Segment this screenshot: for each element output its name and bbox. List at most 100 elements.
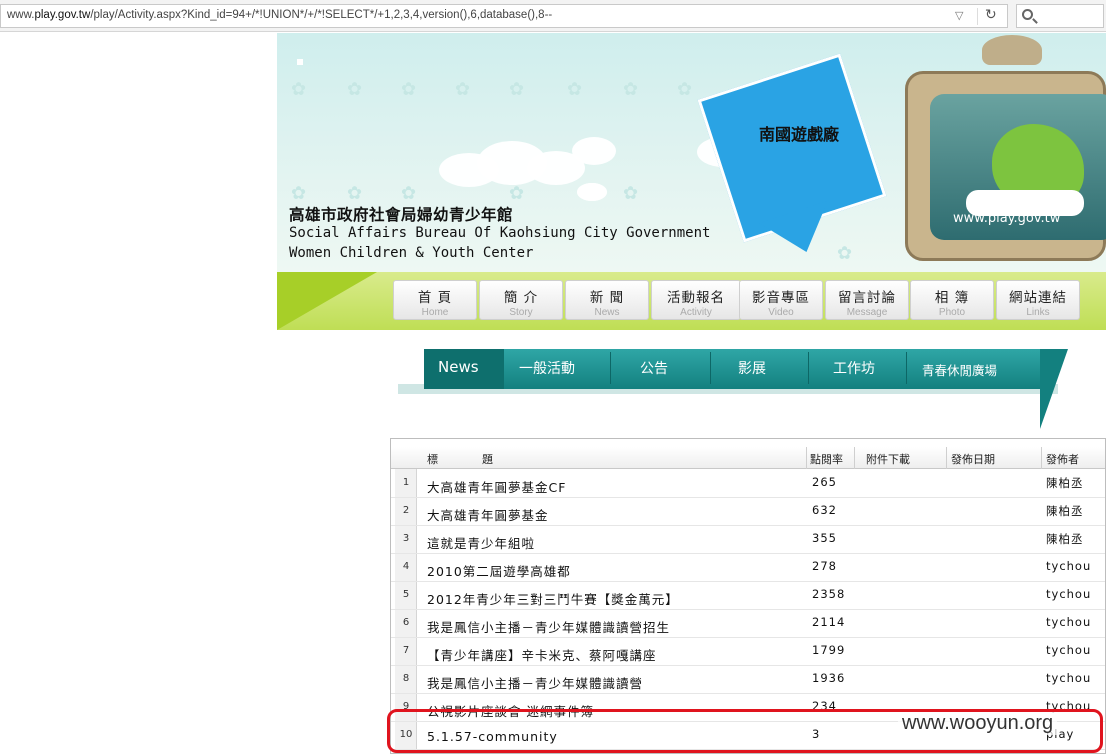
nav-arrow-decoration <box>277 272 377 330</box>
header-divider <box>1041 447 1042 469</box>
nav-story[interactable]: 簡 介 Story <box>479 280 563 320</box>
header-divider <box>946 447 947 469</box>
activity-title-link[interactable]: 2010第二屆遊學高雄都 <box>427 561 571 580</box>
cloud <box>577 183 607 201</box>
nav-sublabel: Activity <box>680 307 712 318</box>
paw-icon: ✿ <box>623 183 639 204</box>
click-count: 1799 <box>812 643 846 657</box>
address-divider <box>977 8 978 25</box>
browser-toolbar: www.play.gov.tw/play/Activity.aspx?Kind_… <box>0 0 1106 32</box>
address-bar[interactable]: www.play.gov.tw/play/Activity.aspx?Kind_… <box>0 4 1008 28</box>
nav-label: 相 簿 <box>934 290 970 306</box>
subnav-workshop[interactable]: 工作坊 <box>833 358 875 378</box>
nav-sublabel: Video <box>768 307 794 318</box>
nav-video[interactable]: 影音專區 Video <box>739 280 823 320</box>
paw-icon: ✿ <box>623 79 639 100</box>
cloud <box>572 137 616 165</box>
table-row[interactable]: 7 【青少年講座】辛卡米克、蔡阿嘎講座 1799 tychou <box>391 638 1105 666</box>
table-row[interactable]: 5 2012年青少年三對三鬥牛賽【獎金萬元】 2358 tychou <box>391 582 1105 610</box>
header-clicks[interactable]: 點閱率 <box>810 451 843 467</box>
nav-sublabel: News <box>594 307 620 318</box>
author: tychou <box>1046 671 1092 685</box>
subnav-youth-plaza[interactable]: 青春休閒廣場 <box>922 360 997 379</box>
paw-icon: ✿ <box>677 79 693 100</box>
click-count: 355 <box>812 531 837 545</box>
subnav-tip <box>1040 349 1068 429</box>
row-number: 4 <box>402 561 410 572</box>
nav-activity[interactable]: 活動報名 Activity <box>651 280 741 320</box>
nav-sublabel: Message <box>846 307 888 318</box>
subnav-divider <box>808 352 809 384</box>
header-date[interactable]: 發佈日期 <box>951 451 995 467</box>
table-row[interactable]: 6 我是鳳信小主播－青少年媒體識讀營招生 2114 tychou <box>391 610 1105 638</box>
author: tychou <box>1046 615 1092 629</box>
search-input[interactable] <box>1016 4 1104 28</box>
activity-title-link[interactable]: 我是鳳信小主播－青少年媒體識讀營 <box>427 673 643 692</box>
tv-antenna <box>982 35 1042 65</box>
row-number: 3 <box>402 533 410 544</box>
paw-icon: ✿ <box>291 79 307 100</box>
row-number: 1 <box>402 477 410 488</box>
click-count: 2114 <box>812 615 846 629</box>
activity-title-link[interactable]: 大高雄青年圓夢基金CF <box>427 477 566 496</box>
table-row[interactable]: 4 2010第二屆遊學高雄都 278 tychou <box>391 554 1105 582</box>
subnav-divider <box>906 352 907 384</box>
sign-text: 南國遊戲廠 <box>759 125 840 144</box>
nav-home[interactable]: 首 頁 Home <box>393 280 477 320</box>
header-title[interactable]: 標 題 <box>427 451 493 467</box>
activity-title-link[interactable]: 我是鳳信小主播－青少年媒體識讀營招生 <box>427 617 670 636</box>
row-number: 2 <box>402 505 410 516</box>
activity-title-link[interactable]: 這就是青少年組啦 <box>427 533 535 552</box>
url-domain: play.gov.tw <box>34 9 91 21</box>
nav-news[interactable]: 新 聞 News <box>565 280 649 320</box>
dropdown-icon[interactable]: ▽ <box>955 9 963 22</box>
nav-label: 新 聞 <box>589 290 625 306</box>
refresh-icon[interactable]: ↻ <box>985 7 997 23</box>
header-author[interactable]: 發佈者 <box>1046 451 1079 467</box>
nav-label: 活動報名 <box>667 290 725 306</box>
table-header: 標 題 點閱率 附件下載 發佈日期 發佈者 <box>391 447 1105 469</box>
row-number: 7 <box>402 645 410 656</box>
watermark: www.wooyun.org <box>898 712 1058 735</box>
subnav-announcement[interactable]: 公告 <box>640 358 668 378</box>
url-path: /play/Activity.aspx?Kind_id=94+/*!UNION*… <box>90 9 553 21</box>
subnav-divider <box>610 352 611 384</box>
author: 陳柏丞 <box>1046 532 1084 546</box>
nav-photo[interactable]: 相 簿 Photo <box>910 280 994 320</box>
author: tychou <box>1046 643 1092 657</box>
header-divider <box>806 447 807 469</box>
row-number: 8 <box>402 673 410 684</box>
subnav-news-label[interactable]: News <box>438 358 479 376</box>
author: tychou <box>1046 587 1092 601</box>
activity-title-link[interactable]: 大高雄青年圓夢基金 <box>427 505 549 524</box>
author: tychou <box>1046 559 1092 573</box>
subnav-film-festival[interactable]: 影展 <box>738 358 766 378</box>
url-text[interactable]: www.play.gov.tw/play/Activity.aspx?Kind_… <box>7 9 552 21</box>
header-divider <box>854 447 855 469</box>
paw-icon: ✿ <box>567 79 583 100</box>
click-count: 278 <box>812 559 837 573</box>
activity-title-link[interactable]: 【青少年講座】辛卡米克、蔡阿嘎講座 <box>427 645 657 664</box>
nav-sublabel: Home <box>421 307 449 318</box>
table-row[interactable]: 1 大高雄青年圓夢基金CF 265 陳柏丞 <box>391 470 1105 498</box>
paw-icon: ✿ <box>509 79 525 100</box>
click-count: 632 <box>812 503 837 517</box>
header-download[interactable]: 附件下載 <box>866 451 910 467</box>
nav-label: 網站連結 <box>1009 290 1067 306</box>
table-row[interactable]: 8 我是鳳信小主播－青少年媒體識讀營 1936 tychou <box>391 666 1105 694</box>
nav-links[interactable]: 網站連結 Links <box>996 280 1080 320</box>
nav-label: 簡 介 <box>503 290 539 306</box>
subnav-general-activity[interactable]: 一般活動 <box>519 358 575 378</box>
activity-table: 標 題 點閱率 附件下載 發佈日期 發佈者 1 大高雄青年圓夢基金CF 265 … <box>390 438 1106 754</box>
activity-title-link[interactable]: 2012年青少年三對三鬥牛賽【獎金萬元】 <box>427 589 679 608</box>
tv-url: www.play.gov.tw <box>953 211 1061 226</box>
click-count: 1936 <box>812 671 846 685</box>
paw-icon: ✿ <box>291 183 307 204</box>
author: 陳柏丞 <box>1046 504 1084 518</box>
table-row[interactable]: 3 這就是青少年組啦 355 陳柏丞 <box>391 526 1105 554</box>
nav-message[interactable]: 留言討論 Message <box>825 280 909 320</box>
paw-icon: ✿ <box>401 183 417 204</box>
click-count: 265 <box>812 475 837 489</box>
table-row[interactable]: 2 大高雄青年圓夢基金 632 陳柏丞 <box>391 498 1105 526</box>
paw-icon: ✿ <box>347 183 363 204</box>
